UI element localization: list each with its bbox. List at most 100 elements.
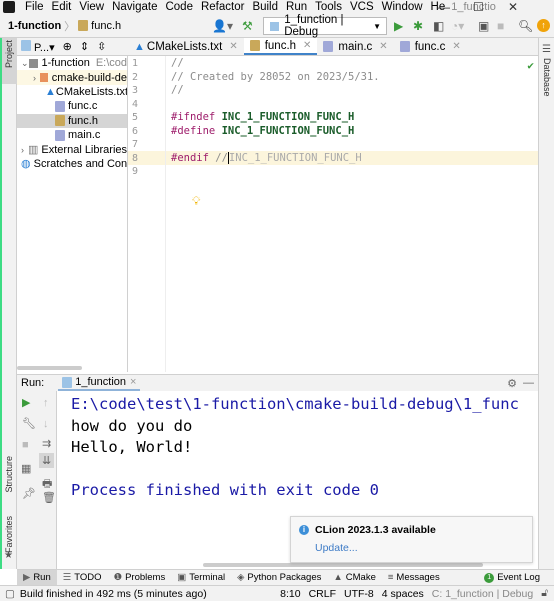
- wrench-icon[interactable]: 🔧︎: [22, 417, 36, 430]
- menu-run[interactable]: Run: [286, 1, 307, 13]
- run-label: Run:: [21, 377, 45, 389]
- status-toggle-icon[interactable]: ▢: [5, 588, 15, 600]
- tree-item[interactable]: › ▥ External Libraries: [17, 142, 127, 157]
- close-icon[interactable]: ✕: [508, 0, 518, 14]
- close-tab-icon[interactable]: ✕: [229, 41, 237, 52]
- layout-icon[interactable]: ▦: [21, 462, 31, 475]
- run-icon[interactable]: ▶: [394, 19, 403, 33]
- tree-item[interactable]: ▲ CMakeLists.txt: [17, 85, 127, 99]
- run-config-select[interactable]: 1_function | Debug ▼: [263, 14, 387, 38]
- profile-icon[interactable]: ◔▾: [451, 19, 464, 33]
- lock-icon[interactable]: 🔓︎: [541, 587, 548, 600]
- chevron-right-icon[interactable]: ›: [21, 145, 28, 155]
- menu-tools[interactable]: Tools: [315, 1, 342, 13]
- tree-item[interactable]: func.c: [17, 99, 127, 113]
- tool-tab-event-log[interactable]: 1 Event Log: [478, 570, 546, 585]
- expand-all-icon[interactable]: ⇕: [80, 40, 89, 53]
- tool-tab-problems[interactable]: ❶ Problems: [108, 570, 172, 585]
- scroll-to-end-icon[interactable]: ⇊: [39, 453, 55, 468]
- close-tab-icon[interactable]: ✕: [303, 40, 311, 51]
- menu-view[interactable]: View: [79, 1, 104, 13]
- build-hammer-icon[interactable]: ⚒: [242, 19, 253, 33]
- menu-build[interactable]: Build: [252, 1, 278, 13]
- folder-icon: [29, 58, 38, 68]
- project-view-select[interactable]: P...▾: [21, 39, 55, 54]
- menu-vcs[interactable]: VCS: [350, 1, 374, 13]
- project-tool-button[interactable]: Project: [2, 38, 17, 84]
- chevron-right-icon[interactable]: ›: [33, 73, 40, 83]
- line-number: 8: [132, 152, 139, 164]
- menu-navigate[interactable]: Navigate: [112, 1, 157, 13]
- hide-panel-icon[interactable]: —: [523, 377, 534, 389]
- tool-tab-todo[interactable]: ☰ TODO: [57, 570, 108, 585]
- pin-icon[interactable]: 📌︎: [22, 487, 36, 500]
- file-encoding[interactable]: UTF-8: [344, 588, 374, 600]
- close-tab-icon[interactable]: ✕: [452, 41, 460, 52]
- search-icon[interactable]: 🔍︎: [518, 19, 533, 33]
- info-icon: i: [299, 525, 309, 535]
- rerun-icon[interactable]: ▶: [22, 396, 30, 409]
- locate-icon[interactable]: ⊕: [63, 40, 72, 53]
- chevron-down-icon[interactable]: ⌄: [21, 58, 29, 69]
- code-line-5: #ifndef INC_1_FUNCTION_FUNC_H: [171, 111, 355, 123]
- up-arrow-icon[interactable]: ↑: [43, 397, 49, 409]
- tab-func-c[interactable]: func.c ✕: [394, 38, 467, 55]
- tree-item[interactable]: func.h: [17, 113, 127, 128]
- settings-gear-icon[interactable]: ⚙: [507, 377, 517, 390]
- indent-setting[interactable]: 4 spaces: [382, 588, 424, 600]
- status-message[interactable]: Build finished in 492 ms (5 minutes ago): [20, 588, 207, 600]
- project-view-icon: [21, 39, 31, 51]
- line-number: 6: [132, 125, 139, 137]
- collapse-all-icon[interactable]: ⇳: [97, 40, 106, 53]
- resolve-context[interactable]: C: 1_function | Debug: [432, 588, 533, 600]
- tool-tab-cmake[interactable]: ▲ CMake: [327, 570, 382, 585]
- tool-tab-run[interactable]: ▶ Run: [17, 570, 57, 585]
- trash-icon[interactable]: 🗑︎: [42, 491, 56, 504]
- menu-refactor[interactable]: Refactor: [201, 1, 244, 13]
- code-editor[interactable]: 1 2 3 4 5 6 7 8 9 // // Created by 28052 on 2023…: [128, 56, 538, 372]
- down-arrow-icon[interactable]: ↓: [43, 418, 49, 430]
- user-icon[interactable]: 👤▾: [212, 19, 233, 33]
- attach-icon[interactable]: ▣: [478, 19, 489, 33]
- menu-file[interactable]: File: [25, 1, 44, 13]
- menu-edit[interactable]: Edit: [52, 1, 72, 13]
- stop-icon[interactable]: ■: [497, 19, 504, 33]
- tab-func-h[interactable]: func.h ✕: [243, 38, 318, 55]
- soft-wrap-icon[interactable]: ⇉: [42, 437, 51, 450]
- breadcrumb-file[interactable]: func.h: [91, 20, 121, 32]
- tree-item[interactable]: › cmake-build-de: [17, 70, 127, 85]
- menu-window[interactable]: Window: [382, 1, 423, 13]
- tool-tab-python-packages[interactable]: ◈ Python Packages: [231, 570, 327, 585]
- c-file-icon: [55, 100, 65, 112]
- close-tab-icon[interactable]: ×: [130, 376, 136, 388]
- c-file-icon: [399, 41, 410, 52]
- coverage-icon[interactable]: ◧: [433, 19, 444, 33]
- tab-main-c[interactable]: main.c ✕: [317, 38, 393, 55]
- debug-icon[interactable]: ✱: [413, 19, 423, 33]
- run-tab[interactable]: 1_function ×: [58, 375, 141, 391]
- tool-tab-terminal[interactable]: ▣ Terminal: [171, 570, 231, 585]
- tree-horizontal-scrollbar[interactable]: [17, 366, 82, 370]
- caret-position[interactable]: 8:10: [280, 588, 300, 600]
- line-separator[interactable]: CRLF: [309, 588, 336, 600]
- line-number: 3: [132, 85, 139, 96]
- tab-cmakelists-txt[interactable]: ▲ CMakeLists.txt ✕: [128, 38, 244, 55]
- database-tool-button[interactable]: Database: [542, 58, 552, 97]
- console-horizontal-scrollbar[interactable]: [203, 563, 483, 567]
- minimize-icon[interactable]: —: [438, 0, 450, 14]
- favorites-tool-button[interactable]: Favorites: [4, 516, 14, 553]
- breadcrumb-project[interactable]: 1-function: [8, 20, 61, 32]
- maximize-icon[interactable]: ☐: [473, 0, 484, 14]
- close-tab-icon[interactable]: ✕: [379, 41, 387, 52]
- structure-tool-button[interactable]: Structure: [4, 456, 14, 493]
- tree-item[interactable]: ⌄ 1-function E:\cod: [17, 56, 127, 70]
- lightbulb-icon[interactable]: 💡︎: [192, 194, 200, 209]
- tree-item[interactable]: main.c: [17, 128, 127, 142]
- stop-icon[interactable]: ■: [22, 439, 29, 451]
- tree-item[interactable]: ◍ Scratches and Con: [17, 157, 127, 171]
- tool-tab-messages[interactable]: ≡ Messages: [382, 570, 446, 585]
- update-icon[interactable]: ↑: [537, 19, 550, 32]
- run-actions-toolbar: ▶ 🔧︎ ■ ▦ 📌︎: [17, 391, 37, 569]
- menu-code[interactable]: Code: [165, 1, 193, 13]
- update-link[interactable]: Update...: [315, 542, 358, 554]
